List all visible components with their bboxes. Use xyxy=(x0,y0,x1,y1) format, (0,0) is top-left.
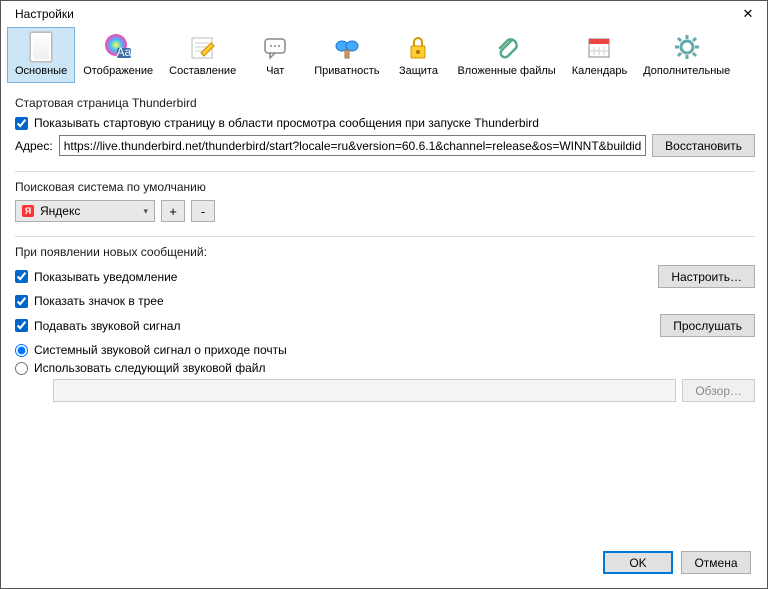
restore-button[interactable]: Восстановить xyxy=(652,134,755,157)
startpage-group: Стартовая страница Thunderbird Показыват… xyxy=(15,96,755,172)
titlebar: Настройки ✕ xyxy=(1,1,767,25)
toolbar: Основные Aa Отображение Составление Чат … xyxy=(1,25,767,84)
search-engine-select[interactable]: Я Яндекс ▾ xyxy=(15,200,155,222)
customize-button[interactable]: Настроить… xyxy=(658,265,755,288)
listen-button[interactable]: Прослушать xyxy=(660,314,755,337)
tab-display-label: Отображение xyxy=(83,65,153,77)
tab-privacy[interactable]: Приватность xyxy=(306,27,387,83)
tab-privacy-label: Приватность xyxy=(314,65,379,77)
tab-general[interactable]: Основные xyxy=(7,27,75,83)
search-engine-value: Яндекс xyxy=(40,204,80,218)
svg-text:Aa: Aa xyxy=(117,45,132,59)
clip-icon xyxy=(491,31,523,63)
system-sound-radio[interactable] xyxy=(15,344,28,357)
show-startpage-label: Показывать стартовую страницу в области … xyxy=(34,116,539,130)
close-icon[interactable]: ✕ xyxy=(741,7,755,21)
chevron-down-icon: ▾ xyxy=(143,206,148,217)
cancel-button[interactable]: Отмена xyxy=(681,551,751,574)
tab-attachments[interactable]: Вложенные файлы xyxy=(449,27,563,83)
tab-display[interactable]: Aa Отображение xyxy=(75,27,161,83)
tab-general-label: Основные xyxy=(15,65,67,77)
tab-attachments-label: Вложенные файлы xyxy=(457,65,555,77)
tab-advanced-label: Дополнительные xyxy=(643,65,730,77)
messages-group: При появлении новых сообщений: Показыват… xyxy=(15,245,755,402)
dialog-footer: OK Отмена xyxy=(1,541,767,588)
tab-advanced[interactable]: Дополнительные xyxy=(635,27,738,83)
gear-icon xyxy=(671,31,703,63)
tab-composition[interactable]: Составление xyxy=(161,27,244,83)
content-area: Стартовая страница Thunderbird Показыват… xyxy=(1,84,767,541)
window-title: Настройки xyxy=(15,7,74,21)
ok-button[interactable]: OK xyxy=(603,551,673,574)
tab-calendar[interactable]: Календарь xyxy=(564,27,636,83)
startpage-title: Стартовая страница Thunderbird xyxy=(15,96,755,110)
composition-icon xyxy=(187,31,219,63)
tab-security-label: Защита xyxy=(399,65,438,77)
address-input[interactable] xyxy=(59,135,646,156)
show-notification-checkbox[interactable] xyxy=(15,270,28,283)
custom-sound-radio[interactable] xyxy=(15,362,28,375)
tab-calendar-label: Календарь xyxy=(572,65,628,77)
address-label: Адрес: xyxy=(15,139,53,153)
browse-button[interactable]: Обзор… xyxy=(682,379,755,402)
play-sound-checkbox[interactable] xyxy=(15,319,28,332)
general-icon xyxy=(25,31,57,63)
tab-security[interactable]: Защита xyxy=(387,27,449,83)
show-startpage-checkbox[interactable] xyxy=(15,117,28,130)
add-engine-button[interactable]: + xyxy=(161,200,185,222)
yandex-icon: Я xyxy=(22,205,34,217)
tab-composition-label: Составление xyxy=(169,65,236,77)
show-notification-label: Показывать уведомление xyxy=(34,270,177,284)
messages-title: При появлении новых сообщений: xyxy=(15,245,755,259)
privacy-icon xyxy=(331,31,363,63)
lock-icon xyxy=(402,31,434,63)
tab-chat[interactable]: Чат xyxy=(244,27,306,83)
search-title: Поисковая система по умолчанию xyxy=(15,180,755,194)
custom-sound-label: Использовать следующий звуковой файл xyxy=(34,361,265,375)
show-tray-checkbox[interactable] xyxy=(15,295,28,308)
play-sound-label: Подавать звуковой сигнал xyxy=(34,319,180,333)
search-group: Поисковая система по умолчанию Я Яндекс … xyxy=(15,180,755,237)
show-tray-label: Показать значок в трее xyxy=(34,294,164,308)
sound-file-input xyxy=(53,379,676,402)
calendar-icon xyxy=(583,31,615,63)
remove-engine-button[interactable]: - xyxy=(191,200,215,222)
system-sound-label: Системный звуковой сигнал о приходе почт… xyxy=(34,343,287,357)
chat-icon xyxy=(259,31,291,63)
tab-chat-label: Чат xyxy=(266,65,284,77)
display-icon: Aa xyxy=(102,31,134,63)
